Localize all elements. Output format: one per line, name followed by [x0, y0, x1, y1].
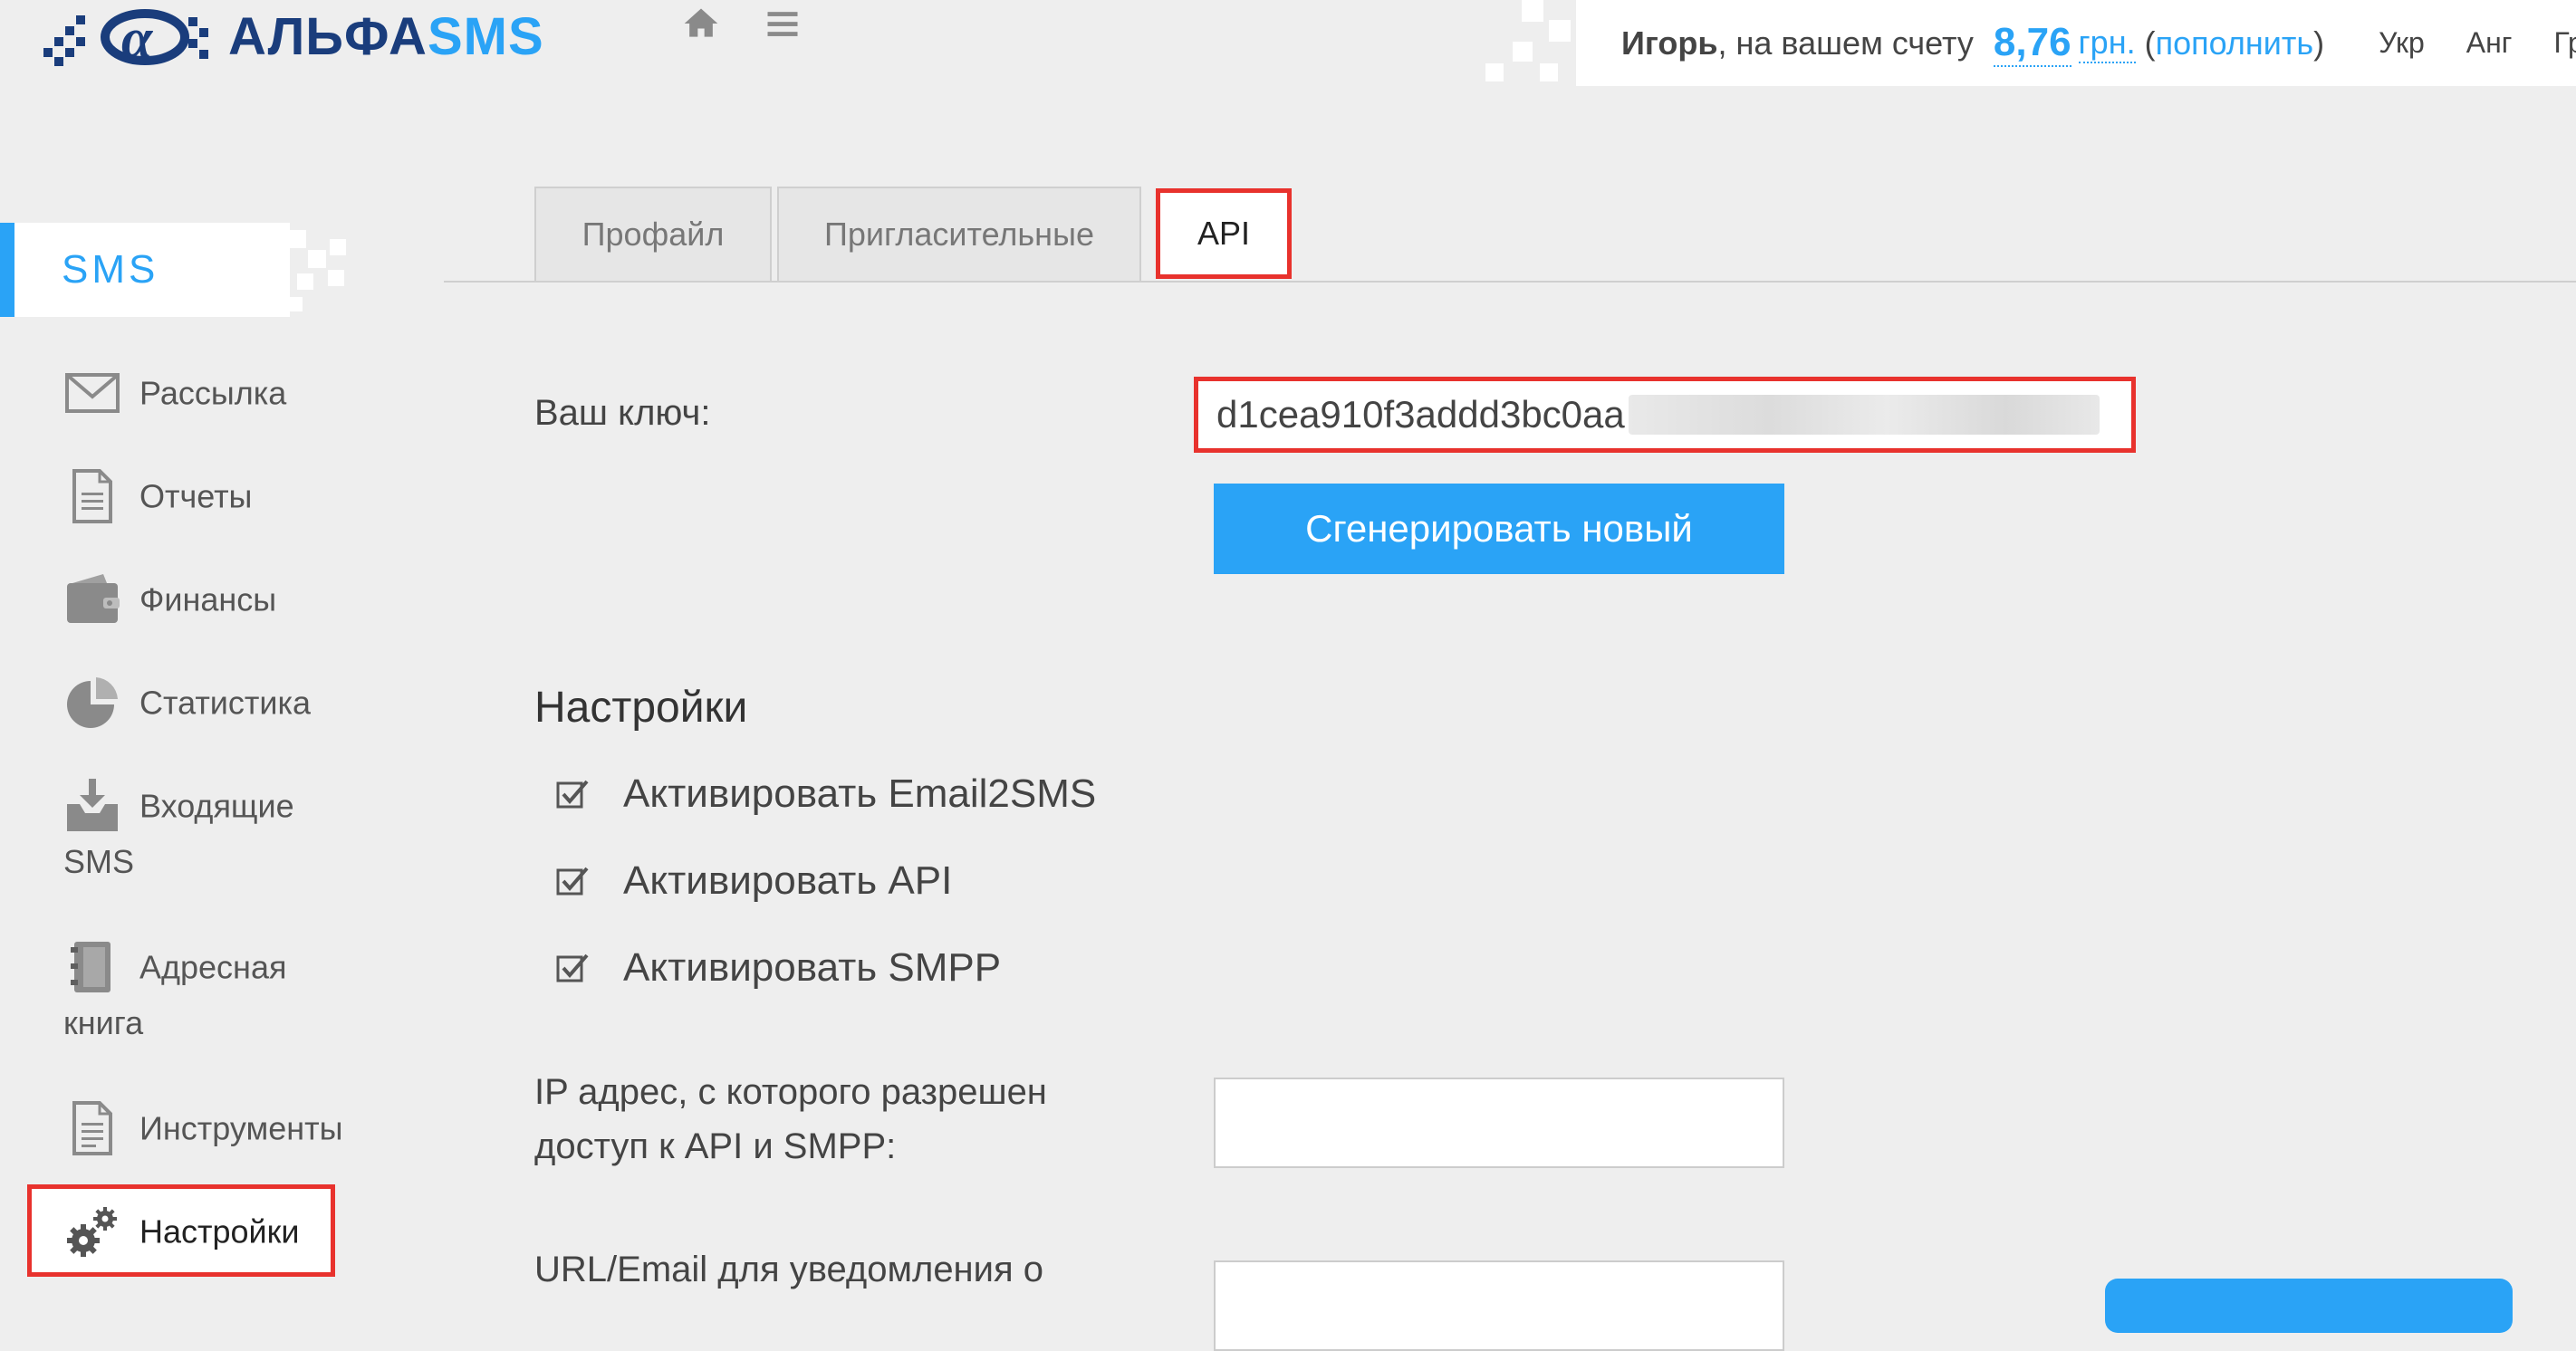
checkbox-checked-icon[interactable]: [554, 863, 591, 899]
logo-text: АЛЬФАSMS: [228, 6, 544, 66]
gears-icon: [63, 1202, 121, 1260]
svg-text:α: α: [121, 8, 154, 68]
checkbox-checked-icon[interactable]: [554, 776, 591, 812]
option-label: Активировать Email2SMS: [623, 771, 1097, 816]
option-label: Активировать API: [623, 858, 953, 903]
home-icon[interactable]: [681, 4, 721, 53]
logo[interactable]: α АЛЬФАSMS: [43, 0, 544, 72]
pie-chart-icon: [63, 674, 121, 732]
sidebar-item-mailing[interactable]: Рассылка: [63, 362, 286, 422]
sidebar-item-settings[interactable]: Настройки: [63, 1201, 300, 1260]
sidebar-item-tools[interactable]: Инструменты: [63, 1097, 342, 1157]
checkbox-checked-icon[interactable]: [554, 950, 591, 986]
decorative-pixels-top: [1485, 0, 1576, 86]
api-key-field[interactable]: d1cea910f3addd3bc0aa: [1194, 377, 2136, 453]
balance-currency[interactable]: грн.: [2078, 24, 2136, 63]
lang-geo[interactable]: Гру: [2553, 26, 2576, 60]
decorative-pixels-sidebar: [288, 217, 360, 317]
account-text: , на вашем счету: [1717, 24, 1983, 62]
user-name: Игорь: [1621, 24, 1718, 62]
notify-url-label: URL/Email для уведомления о: [534, 1250, 1044, 1289]
sidebar-item-reports[interactable]: Отчеты: [63, 465, 252, 525]
ip-address-label: IP адрес, с которого разрешен доступ к A…: [534, 1065, 1047, 1174]
topup-close-paren: ): [2313, 24, 2325, 62]
ip-address-label-line1: IP адрес, с которого разрешен: [534, 1072, 1047, 1112]
sidebar-item-label: Рассылка: [139, 374, 287, 412]
api-key-value: d1cea910f3addd3bc0aa: [1216, 393, 1625, 436]
tab-api[interactable]: API: [1156, 188, 1292, 279]
address-book-icon: [63, 938, 121, 996]
sidebar-item-label: Входящие: [139, 787, 294, 825]
topup-open-paren: (: [2135, 24, 2156, 62]
logo-mark-icon: α: [43, 5, 216, 70]
option-api[interactable]: Активировать API: [554, 858, 952, 904]
option-label: Активировать SMPP: [623, 945, 1002, 990]
floating-action-button[interactable]: [2105, 1279, 2513, 1333]
sidebar-item-label-line2: книга: [63, 1004, 144, 1042]
sidebar-item-address-book[interactable]: Адресная книга: [63, 936, 286, 1052]
sidebar-item-label: Адресная: [139, 948, 287, 986]
menu-icon[interactable]: [763, 4, 803, 53]
lang-ukr[interactable]: Укр: [2379, 26, 2425, 60]
sidebar-item-label: Статистика: [139, 684, 312, 722]
lang-eng[interactable]: Анг: [2466, 26, 2513, 60]
wallet-icon: [63, 570, 121, 628]
sidebar-item-label: Финансы: [139, 580, 277, 618]
ip-address-label-line2: доступ к API и SMPP:: [534, 1126, 897, 1166]
sidebar-title: SMS: [0, 223, 290, 317]
tab-profile[interactable]: Профайл: [534, 187, 772, 281]
sidebar-item-label-line2: SMS: [63, 843, 135, 881]
sidebar-item-incoming-sms[interactable]: Входящие SMS: [63, 775, 294, 891]
balance-amount[interactable]: 8,76: [1993, 20, 2071, 67]
user-balance-bar: Игорь , на вашем счету 8,76 грн. ( попол…: [1576, 0, 2576, 86]
api-key-label: Ваш ключ:: [534, 393, 711, 433]
settings-title: Настройки: [534, 684, 748, 732]
sidebar-item-label: Отчеты: [139, 477, 253, 515]
tools-document-icon: [63, 1099, 121, 1157]
option-smpp[interactable]: Активировать SMPP: [554, 945, 1001, 991]
tabs-divider: [444, 281, 2576, 283]
tab-invitations[interactable]: Пригласительные: [777, 187, 1141, 281]
document-icon: [63, 467, 121, 525]
envelope-icon: [63, 364, 121, 422]
api-key-redacted: [1628, 395, 2100, 435]
sidebar-item-finances[interactable]: Финансы: [63, 569, 276, 628]
notify-url-input[interactable]: [1214, 1260, 1784, 1351]
topup-link[interactable]: пополнить: [2156, 24, 2313, 62]
option-email2sms[interactable]: Активировать Email2SMS: [554, 771, 1096, 817]
generate-new-key-button[interactable]: Сгенерировать новый: [1214, 484, 1784, 574]
sidebar-item-label: Инструменты: [139, 1109, 343, 1147]
ip-address-input[interactable]: [1214, 1078, 1784, 1168]
sidebar-item-label: Настройки: [139, 1212, 300, 1250]
inbox-download-icon: [63, 777, 121, 835]
sidebar-item-statistics[interactable]: Статистика: [63, 672, 311, 732]
